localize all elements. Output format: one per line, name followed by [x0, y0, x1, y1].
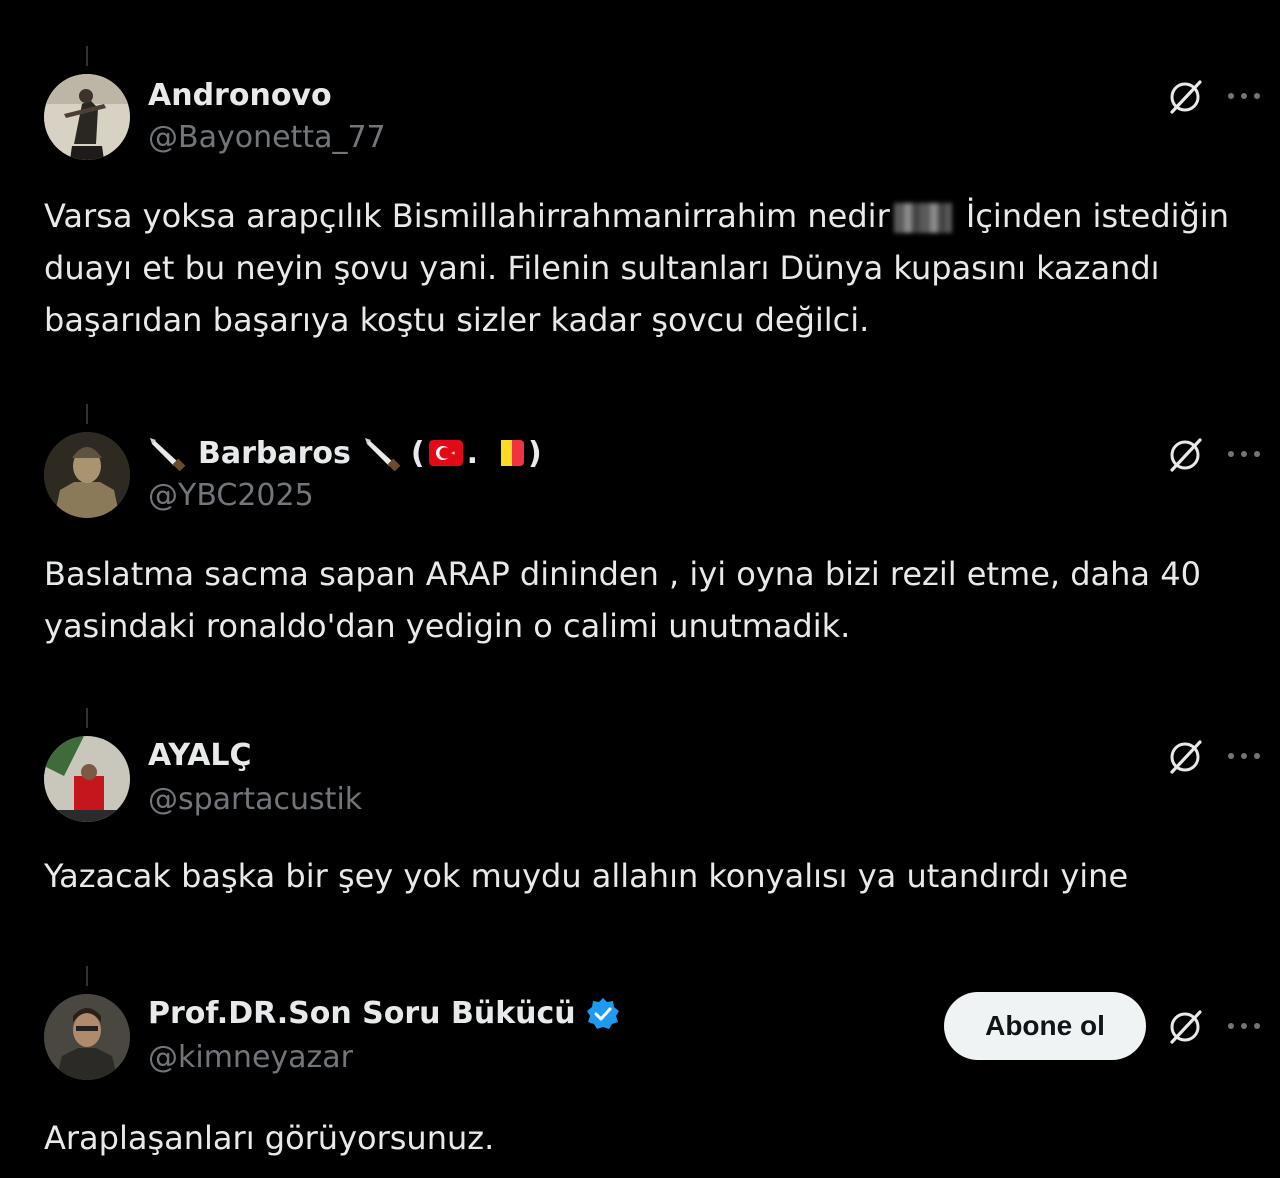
more-options-icon[interactable] [1226, 1020, 1262, 1032]
tweet-text: Baslatma sacma sapan ARAP dininden , iyi… [44, 555, 1212, 645]
display-name: Prof.DR.Son Soru Bükücü [148, 996, 576, 1031]
user-handle[interactable]: @YBC2025 [148, 478, 314, 513]
display-name[interactable]: Andronovo [148, 78, 332, 113]
user-handle[interactable]: @spartacustik [148, 782, 362, 817]
tweet-text: Yazacak başka bir şey yok muydu allahın … [44, 857, 1129, 895]
avatar[interactable] [44, 74, 130, 160]
thread-connector [86, 708, 88, 728]
grok-icon[interactable] [1166, 1008, 1204, 1046]
user-handle[interactable]: @kimneyazar [148, 1040, 353, 1075]
more-options-icon[interactable] [1226, 90, 1262, 102]
display-name-row[interactable]: Prof.DR.Son Soru Bükücü [148, 996, 620, 1031]
subscribe-button[interactable]: Abone ol [944, 992, 1146, 1060]
thread-connector [86, 966, 88, 986]
thread-connector [86, 404, 88, 424]
turkey-flag-icon [428, 440, 463, 466]
knife-emoji-icon [364, 438, 401, 472]
display-name: Barbaros [198, 435, 351, 471]
user-handle[interactable]: @Bayonetta_77 [148, 120, 386, 155]
thread-connector [86, 46, 88, 66]
grok-icon[interactable] [1166, 738, 1204, 776]
tweet-text: Varsa yoksa arapçılık Bismillahirrahmani… [44, 190, 1254, 346]
belgium-flag-icon [490, 440, 525, 466]
name-paren-open: ( [410, 435, 425, 471]
tweet-text-part1: Varsa yoksa arapçılık Bismillahirrahmani… [44, 197, 890, 235]
verified-badge-icon [586, 997, 619, 1029]
name-dot: . [466, 435, 479, 471]
more-options-icon[interactable] [1226, 750, 1262, 762]
blurred-emoji [893, 203, 952, 233]
avatar[interactable] [44, 432, 130, 518]
display-name[interactable]: AYALÇ [148, 738, 252, 773]
more-options-icon[interactable] [1226, 448, 1262, 460]
tweet-text: Araplaşanları görüyorsunuz. [44, 1119, 495, 1157]
reply-thread: Andronovo @Bayonetta_77 Varsa yoksa arap… [0, 0, 1280, 1178]
name-paren-close: ) [528, 435, 542, 471]
knife-emoji-icon [150, 438, 186, 472]
avatar[interactable] [44, 994, 130, 1080]
grok-icon[interactable] [1166, 78, 1204, 116]
grok-icon[interactable] [1166, 436, 1204, 474]
display-name-row[interactable]: Barbaros ( . ) [148, 434, 542, 472]
avatar[interactable] [44, 736, 130, 822]
